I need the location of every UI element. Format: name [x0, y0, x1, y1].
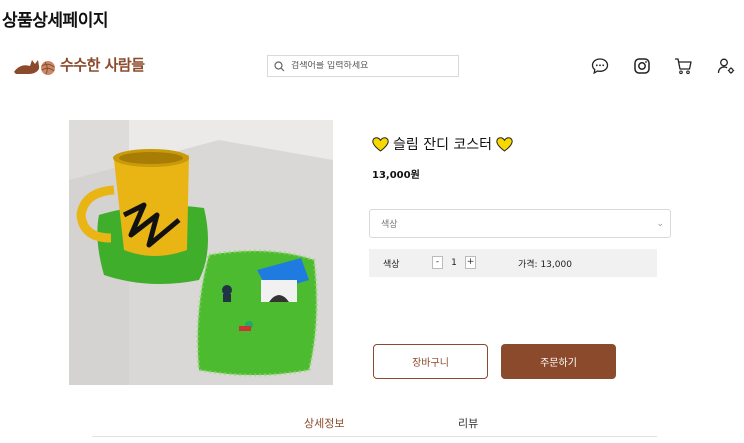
quantity-decrease-button[interactable]: -	[432, 256, 443, 269]
yellow-heart-icon	[496, 136, 513, 152]
color-select[interactable]: 색상 ⌄	[369, 209, 671, 238]
product-title: 슬림 잔디 코스터	[372, 134, 513, 154]
search-bar[interactable]	[267, 55, 459, 77]
cat-yarn-logo-icon	[14, 60, 55, 75]
instagram-button[interactable]	[632, 56, 652, 76]
tab-detail-info[interactable]: 상세정보	[304, 415, 344, 431]
product-title-text: 슬림 잔디 코스터	[393, 137, 493, 153]
option-name: 색상	[383, 260, 400, 270]
user-settings-button[interactable]	[716, 56, 736, 76]
chat-button[interactable]	[590, 56, 610, 76]
chat-icon	[591, 58, 609, 75]
cart-button[interactable]	[673, 56, 693, 76]
product-price: 13,000원	[372, 170, 420, 181]
search-input[interactable]	[291, 61, 451, 71]
user-settings-icon	[717, 58, 734, 74]
instagram-icon	[634, 58, 650, 74]
logo-text: 수수한 사람들	[60, 55, 145, 74]
chevron-down-icon: ⌄	[656, 218, 664, 229]
yellow-heart-icon	[372, 136, 389, 152]
search-icon	[274, 60, 285, 71]
selected-option-row: 색상 - 1 + 가격: 13,000	[369, 249, 657, 277]
color-select-placeholder: 색상	[381, 220, 398, 230]
option-price: 가격: 13,000	[518, 260, 572, 270]
logo[interactable]: 수수한 사람들	[12, 52, 145, 76]
tabs-divider	[92, 436, 657, 437]
order-button[interactable]: 주문하기	[501, 344, 616, 379]
tab-review[interactable]: 리뷰	[458, 415, 478, 431]
product-image	[69, 120, 333, 385]
cart-icon	[674, 58, 692, 75]
add-to-cart-button[interactable]: 장바구니	[373, 344, 488, 379]
quantity-stepper[interactable]: - 1 +	[432, 256, 476, 269]
quantity-increase-button[interactable]: +	[465, 256, 476, 269]
page-heading: 상품상세페이지	[2, 11, 108, 31]
quantity-value: 1	[451, 257, 457, 268]
